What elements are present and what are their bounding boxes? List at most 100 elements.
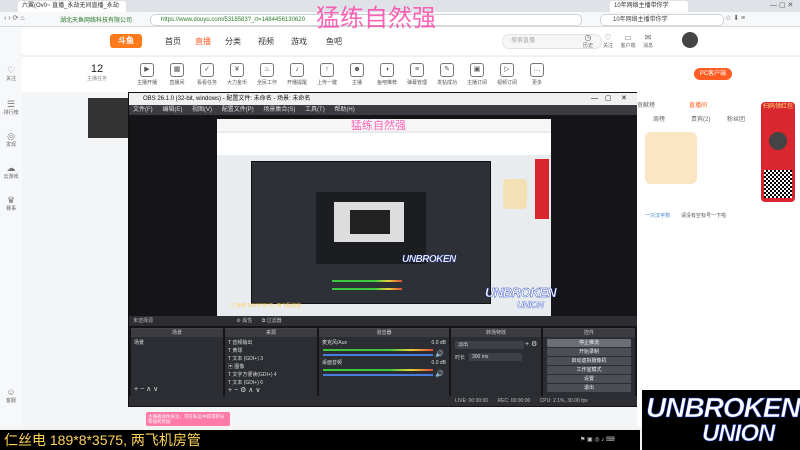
nav-live[interactable]: 直播 bbox=[195, 36, 211, 47]
channel-name: 桌面音频 bbox=[322, 360, 343, 366]
client-button[interactable]: ▭ 客户端 bbox=[620, 33, 636, 49]
message-button[interactable]: ✉ 消息 bbox=[640, 33, 656, 49]
live-status: LIVE: 00:00:00 bbox=[455, 398, 489, 404]
sidebar-item-service[interactable]: ☺ 客服 bbox=[2, 387, 20, 404]
source-item[interactable]: T 文字方便读(GDI+) 4 bbox=[228, 371, 314, 379]
filters-button[interactable]: ⧉ 过滤器 bbox=[262, 318, 282, 324]
sidebar-item-events[interactable]: ♛ 赛事 bbox=[2, 195, 20, 212]
source-item[interactable]: ▣ 图像 bbox=[228, 363, 314, 371]
header-icon-label: 关注 bbox=[602, 43, 613, 49]
pc-client-button[interactable]: PC客户端 bbox=[694, 68, 732, 80]
category-item[interactable]: ✎ 发帖成功 bbox=[434, 63, 460, 86]
source-item[interactable]: T 文本 (GDI+) 6 bbox=[228, 379, 314, 387]
category-item[interactable]: … 更多 bbox=[524, 63, 550, 86]
more-icon: … bbox=[530, 63, 544, 77]
follow-button[interactable]: ♡ 关注 bbox=[600, 33, 616, 49]
category-item[interactable]: ↑ 上传一键 bbox=[314, 63, 340, 86]
menu-edit[interactable]: 编辑(E) bbox=[162, 107, 182, 113]
minimize-button[interactable]: — bbox=[591, 93, 598, 105]
category-item[interactable]: ▶ 主播开播 bbox=[134, 63, 160, 86]
menu-help[interactable]: 帮助(H) bbox=[334, 107, 354, 113]
nested-meter bbox=[332, 288, 402, 290]
category-item[interactable]: ◑ 鱼吧推荐 bbox=[374, 63, 400, 86]
volume-slider[interactable] bbox=[323, 374, 433, 376]
source-item[interactable]: T 黄球 bbox=[228, 347, 314, 355]
menu-tools[interactable]: 工具(T) bbox=[305, 107, 325, 113]
virtual-cam-button[interactable]: 启动虚拟摄像机 bbox=[547, 357, 631, 365]
category-item[interactable]: ¥ 大力金币 bbox=[224, 63, 250, 86]
category-item[interactable]: ≡ 弹幕管理 bbox=[404, 63, 430, 86]
category-item[interactable]: ▣ 主播订阅 bbox=[464, 63, 490, 86]
speaker-icon[interactable]: 🔊 bbox=[435, 370, 444, 378]
category-item[interactable]: ✓ 看看任务 bbox=[194, 63, 220, 86]
nav-category[interactable]: 分类 bbox=[225, 36, 241, 47]
tray-icons[interactable]: ⚑ ▣ ◎ ♪ ⌨ bbox=[580, 430, 615, 450]
nav-video[interactable]: 视频 bbox=[258, 36, 274, 47]
follow-notice[interactable]: 主播邀请你关注，可在私信中获得积分和福利奖励 bbox=[146, 412, 230, 426]
menu-file[interactable]: 文件(F) bbox=[133, 107, 153, 113]
source-toolbar-buttons[interactable]: + − ⚙ ∧ ∨ bbox=[228, 387, 314, 395]
service-icon: ☺ bbox=[6, 387, 16, 397]
studio-mode-button[interactable]: 工作室模式 bbox=[547, 366, 631, 374]
duration-field[interactable]: 300 ms bbox=[469, 353, 522, 361]
source-label: 黄球 bbox=[232, 348, 243, 354]
vip-tab[interactable]: 贵宾(2) bbox=[691, 114, 710, 123]
close-button[interactable]: ✕ bbox=[621, 93, 627, 105]
user-count: 12 bbox=[90, 63, 104, 75]
right-panel: 贡献榜 直播间 周榜 贵宾(2) 粉丝团 扫码领红包 一只汉字狗 请没有空标号一… bbox=[637, 92, 800, 427]
volume-slider[interactable] bbox=[323, 354, 433, 356]
scene-toolbar[interactable]: + − ∧ ∨ bbox=[134, 386, 220, 394]
sidebar-item-discover[interactable]: ◎ 发现 bbox=[2, 131, 20, 148]
chat-user[interactable]: 一只汉字狗 bbox=[645, 212, 670, 219]
source-item[interactable]: T 文本 (GDI+) 3 bbox=[228, 355, 314, 363]
rank-tab[interactable]: 贡献榜 bbox=[637, 100, 655, 109]
category-item[interactable]: ♨ 全民工作 bbox=[254, 63, 280, 86]
menu-view[interactable]: 视图(V) bbox=[192, 107, 212, 113]
category-item[interactable]: ♪ 开播提醒 bbox=[284, 63, 310, 86]
nav-yuba[interactable]: 鱼吧 bbox=[326, 36, 342, 47]
sidebar-item-follow[interactable]: ♡ 关注 bbox=[2, 65, 20, 82]
video-icon: ▷ bbox=[500, 63, 514, 77]
nav-game[interactable]: 游戏 bbox=[291, 36, 307, 47]
fans-tab[interactable]: 粉丝团 bbox=[727, 114, 745, 123]
transition-select[interactable]: 淡出 bbox=[455, 341, 524, 349]
tab-label: 10年网络主播带你学 bbox=[614, 3, 669, 9]
streamer-avatar[interactable] bbox=[88, 98, 128, 138]
tab-search[interactable]: 10年网络主播带你学 bbox=[610, 1, 688, 12]
category-item[interactable]: ▷ 视频订阅 bbox=[494, 63, 520, 86]
nav-home[interactable]: 首页 bbox=[165, 36, 181, 47]
exit-button[interactable]: 退出 bbox=[547, 384, 631, 392]
menu-profile[interactable]: 配置文件(P) bbox=[222, 107, 254, 113]
transitions-dock: 转场特效 淡出 + ⚙ 时长 300 ms bbox=[451, 328, 541, 396]
category-item[interactable]: ☻ 主播 bbox=[344, 63, 370, 86]
stop-stream-button[interactable]: 停止推流 bbox=[547, 339, 631, 347]
avatar bbox=[769, 132, 787, 150]
room-tab[interactable]: 直播间 bbox=[689, 100, 707, 109]
speaker-icon[interactable]: 🔊 bbox=[435, 350, 444, 358]
source-item[interactable]: T 音频输出 bbox=[228, 339, 314, 347]
history-button[interactable]: ◷ 历史 bbox=[580, 33, 596, 49]
sidebar-item-rank[interactable]: ☰ 排行榜 bbox=[2, 99, 20, 116]
toolbar-icons[interactable]: ☆ ⬇ ≡ bbox=[725, 14, 745, 22]
start-record-button[interactable]: 开始录制 bbox=[547, 348, 631, 356]
add-transition-icon[interactable]: + ⚙ bbox=[525, 340, 537, 348]
search-input[interactable]: 10年网络主播带你学 bbox=[600, 14, 724, 26]
settings-button[interactable]: 设置 bbox=[547, 375, 631, 383]
douyu-logo[interactable]: 斗鱼 bbox=[110, 34, 142, 48]
category-label: 主播开播 bbox=[136, 80, 157, 86]
sidebar-item-cloudgame[interactable]: ☁ 云游戏 bbox=[2, 163, 20, 180]
avatar[interactable] bbox=[682, 32, 698, 48]
menu-scene-collection[interactable]: 场景集合(S) bbox=[263, 107, 295, 113]
scene-item[interactable]: 场景 bbox=[134, 339, 220, 347]
category-item[interactable]: ▦ 直播间 bbox=[164, 63, 190, 86]
back-icon[interactable]: ‹ › ⟳ ⌂ bbox=[4, 14, 25, 22]
window-controls[interactable]: — ▢ ✕ bbox=[770, 1, 793, 9]
security-label: 湖北天鱼网络科技有限公司 bbox=[60, 18, 133, 24]
source-label: 音频输出 bbox=[232, 340, 253, 346]
maximize-button[interactable]: ▢ bbox=[605, 93, 612, 105]
red-envelope[interactable]: 扫码领红包 bbox=[761, 102, 795, 202]
props-button[interactable]: ⚙ 属性 bbox=[236, 318, 252, 324]
dock-header: 来源 bbox=[225, 329, 317, 337]
week-tab[interactable]: 周榜 bbox=[653, 114, 665, 123]
tab-douyu[interactable]: 六翼(Ov0~ 直播_永劫无间直播_永劫 bbox=[18, 1, 126, 12]
